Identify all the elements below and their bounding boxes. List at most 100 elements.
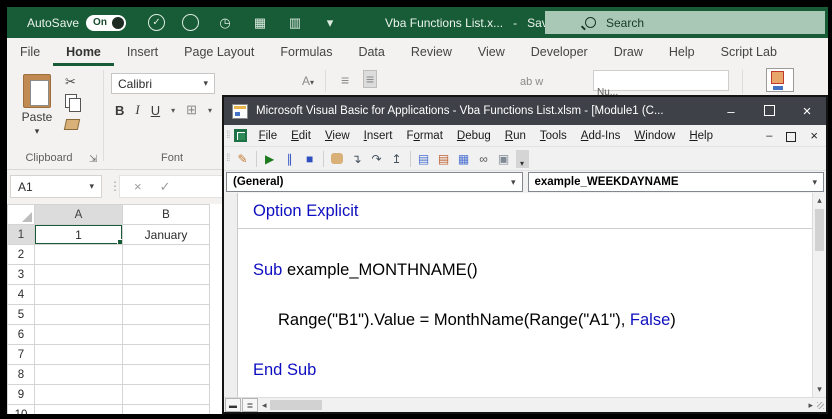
search-input[interactable]: Search: [545, 11, 825, 34]
mdi-restore-button[interactable]: [786, 132, 796, 142]
row-header-9[interactable]: 9: [8, 385, 35, 405]
clock-icon[interactable]: ◷: [216, 14, 234, 32]
chart-icon[interactable]: ▥: [286, 14, 304, 32]
code-horizontal-scrollbar[interactable]: ▬ ≣ ◂ ▸: [224, 397, 826, 412]
cell-b8[interactable]: [123, 365, 210, 385]
row-header-3[interactable]: 3: [8, 265, 35, 285]
vba-close-button[interactable]: ×: [788, 103, 826, 120]
cancel-icon[interactable]: ×: [134, 179, 142, 194]
resize-grip-icon[interactable]: [813, 399, 826, 411]
step-over-icon[interactable]: ↷: [367, 150, 387, 168]
cell-b4[interactable]: [123, 285, 210, 305]
code-blank-line[interactable]: [238, 233, 812, 258]
vba-maximize-button[interactable]: [750, 104, 788, 119]
cell-b5[interactable]: [123, 305, 210, 325]
call-stack-icon[interactable]: ▣: [494, 150, 514, 168]
mdi-minimize-button[interactable]: –: [766, 130, 772, 142]
vba-menu-debug[interactable]: Debug: [450, 130, 498, 142]
vba-menu-format[interactable]: Format: [399, 130, 449, 142]
column-header-b[interactable]: B: [123, 205, 210, 225]
vba-menu-view[interactable]: View: [318, 130, 357, 142]
format-painter-button[interactable]: [65, 118, 79, 133]
cell-b10[interactable]: [123, 405, 210, 415]
tab-draw[interactable]: Draw: [601, 38, 656, 66]
code-blank-line[interactable]: [238, 283, 812, 308]
menubar-grip-icon[interactable]: ⁞⁞: [226, 130, 230, 141]
save-check-icon[interactable]: ✓: [148, 14, 165, 31]
underline-caret-icon[interactable]: ▾: [171, 106, 175, 115]
row-header-1[interactable]: 1: [8, 225, 35, 245]
tab-data[interactable]: Data: [345, 38, 397, 66]
vba-menu-window[interactable]: Window: [627, 130, 682, 142]
vba-titlebar[interactable]: Microsoft Visual Basic for Applications …: [224, 97, 826, 125]
calculator-icon[interactable]: ▦: [251, 14, 269, 32]
horizontal-scroll-thumb[interactable]: [270, 400, 322, 410]
tab-formulas[interactable]: Formulas: [267, 38, 345, 66]
tab-review[interactable]: Review: [398, 38, 465, 66]
wrap-text-hint[interactable]: ab w: [520, 76, 543, 88]
code-editor[interactable]: Option ExplicitSub example_MONTHNAME()Ra…: [238, 193, 812, 397]
row-header-4[interactable]: 4: [8, 285, 35, 305]
code-margin-indicator-bar[interactable]: [224, 193, 238, 397]
code-vertical-scrollbar[interactable]: ▴ ▾: [812, 193, 826, 397]
toolbar-grip-icon[interactable]: ⁞⁞: [226, 153, 230, 164]
toolbar-options-icon[interactable]: ▾: [516, 150, 529, 168]
row-header-7[interactable]: 7: [8, 345, 35, 365]
name-box-caret-icon[interactable]: ▾: [89, 181, 94, 192]
toggle-breakpoint-hand-icon[interactable]: [327, 150, 347, 168]
cell-a3[interactable]: [35, 265, 123, 285]
column-header-a[interactable]: A: [35, 205, 123, 225]
tab-help[interactable]: Help: [656, 38, 708, 66]
cell-a6[interactable]: [35, 325, 123, 345]
vba-minimize-button[interactable]: –: [712, 104, 750, 119]
tab-script-lab[interactable]: Script Lab: [708, 38, 790, 66]
scroll-left-icon[interactable]: ◂: [262, 400, 267, 411]
tab-developer[interactable]: Developer: [518, 38, 601, 66]
procedure-combo[interactable]: example_WEEKDAYNAME ▾: [528, 172, 825, 192]
cell-a5[interactable]: [35, 305, 123, 325]
locals-window-icon[interactable]: ▤: [414, 150, 434, 168]
code-line[interactable]: Sub example_MONTHNAME(): [238, 258, 812, 283]
tab-page-layout[interactable]: Page Layout: [171, 38, 267, 66]
underline-button[interactable]: U: [151, 103, 160, 118]
row-header-6[interactable]: 6: [8, 325, 35, 345]
watch-window-icon[interactable]: ▦: [454, 150, 474, 168]
conditional-formatting-icon[interactable]: [766, 68, 794, 92]
vba-menu-edit[interactable]: Edit: [284, 130, 318, 142]
clipboard-dialog-launcher[interactable]: ⇲: [89, 154, 97, 165]
copy-button[interactable]: [65, 94, 77, 111]
run-icon[interactable]: ▶: [260, 150, 280, 168]
borders-button[interactable]: ⊞: [186, 102, 197, 118]
design-mode-icon[interactable]: ✎: [233, 150, 253, 168]
step-into-icon[interactable]: ↴: [347, 150, 367, 168]
cell-b6[interactable]: [123, 325, 210, 345]
mdi-close-button[interactable]: ×: [810, 128, 818, 143]
cell-b1[interactable]: January: [123, 225, 210, 245]
tab-home[interactable]: Home: [53, 38, 114, 66]
object-combo[interactable]: (General) ▾: [226, 172, 523, 192]
cell-a7[interactable]: [35, 345, 123, 365]
vba-menu-addins[interactable]: Add-Ins: [574, 130, 628, 142]
paste-dropdown-icon[interactable]: ▾: [17, 126, 57, 137]
scroll-down-icon[interactable]: ▾: [817, 384, 822, 395]
vba-menu-insert[interactable]: Insert: [357, 130, 400, 142]
align-center-hint-icon[interactable]: ≡: [363, 70, 377, 88]
customize-qat-icon[interactable]: ▾: [321, 14, 339, 32]
immediate-window-icon[interactable]: ▤: [434, 150, 454, 168]
row-header-8[interactable]: 8: [8, 365, 35, 385]
name-box[interactable]: A1 ▾: [10, 175, 102, 198]
enter-icon[interactable]: ✓: [160, 179, 171, 195]
code-blank-line[interactable]: [238, 333, 812, 358]
font-name-combo[interactable]: Calibri ▾: [111, 73, 215, 94]
tab-file[interactable]: File: [7, 38, 53, 66]
row-header-5[interactable]: 5: [8, 305, 35, 325]
select-all-corner[interactable]: [8, 205, 35, 225]
tab-insert[interactable]: Insert: [114, 38, 171, 66]
code-line[interactable]: Range("B1").Value = MonthName(Range("A1"…: [238, 308, 812, 333]
vba-menu-file[interactable]: File: [252, 130, 285, 142]
quick-watch-icon[interactable]: ∞: [474, 150, 494, 168]
italic-button[interactable]: I: [135, 102, 139, 118]
cut-button[interactable]: ✂: [65, 74, 76, 90]
cell-a9[interactable]: [35, 385, 123, 405]
cell-a4[interactable]: [35, 285, 123, 305]
